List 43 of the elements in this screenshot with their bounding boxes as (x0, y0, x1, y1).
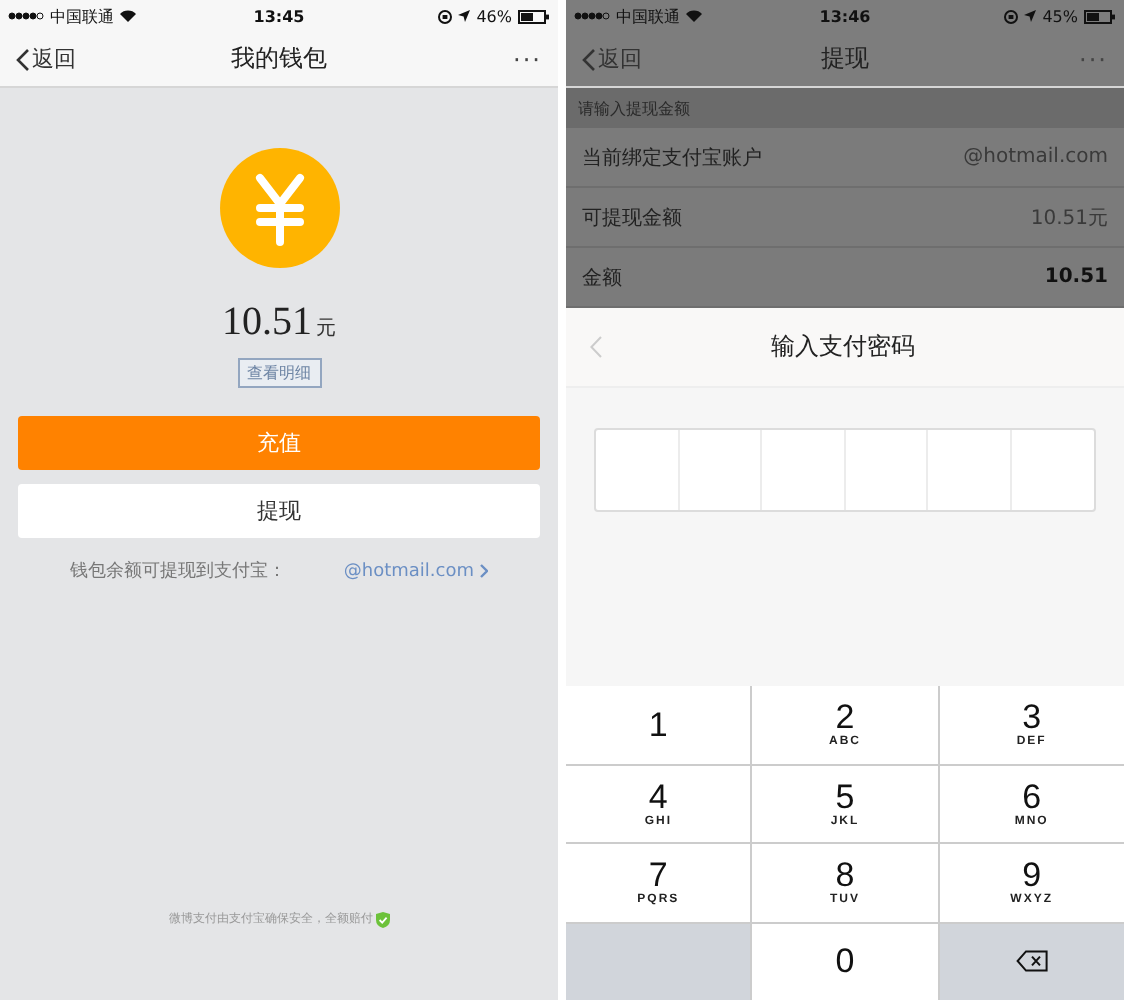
more-button[interactable]: ··· (327, 45, 542, 73)
row-value: 10.51元 (1030, 205, 1108, 231)
lock-rotation-icon (1004, 9, 1019, 23)
backspace-key[interactable] (939, 923, 1124, 1000)
yuan-coin-icon (219, 148, 339, 268)
row-label: 可提现金额 (582, 205, 684, 231)
chevron-left-icon (582, 47, 596, 71)
row-label: 金额 (582, 265, 624, 291)
signal-icon (8, 12, 44, 20)
status-time: 13:45 (251, 7, 307, 25)
alipay-note: 钱包余额可提现到支付宝： (70, 559, 288, 584)
amount-hint: 请输入提现金额 (566, 88, 1124, 128)
password-field[interactable] (594, 428, 1096, 512)
currency-unit: 元 (316, 316, 336, 342)
withdraw-button[interactable]: 提现 (18, 484, 540, 538)
row-value: 10.51 (1044, 266, 1108, 288)
page-title: 提现 (821, 42, 869, 76)
carrier-name: 中国联通 (50, 5, 114, 27)
chevron-left-icon (16, 47, 30, 71)
back-chevron-icon[interactable] (590, 336, 602, 358)
signal-icon (574, 12, 610, 20)
wifi-icon (686, 10, 702, 22)
carrier-name: 中国联通 (616, 5, 680, 27)
lock-rotation-icon (438, 9, 453, 23)
location-icon (1024, 10, 1037, 22)
chevron-right-icon (480, 564, 488, 578)
backspace-icon (1015, 950, 1048, 973)
battery-percent: 45% (1042, 7, 1078, 25)
balance-amount: 10.51 (222, 300, 312, 346)
keypad-key[interactable]: 1 (566, 686, 751, 763)
location-icon (458, 10, 471, 22)
shield-check-icon (375, 911, 389, 927)
battery-percent: 46% (476, 7, 512, 25)
battery-icon (1083, 9, 1116, 23)
row-value: @hotmail.com (963, 146, 1108, 168)
page-title: 我的钱包 (231, 42, 327, 76)
row-label: 当前绑定支付宝账户 (582, 145, 764, 171)
dialog-title: 输入支付密码 (769, 330, 917, 364)
battery-icon (517, 9, 550, 23)
wifi-icon (120, 10, 136, 22)
status-time: 13:46 (817, 7, 873, 25)
back-button[interactable]: 返回 (16, 44, 231, 74)
keypad-key[interactable]: 0 (752, 923, 938, 1000)
